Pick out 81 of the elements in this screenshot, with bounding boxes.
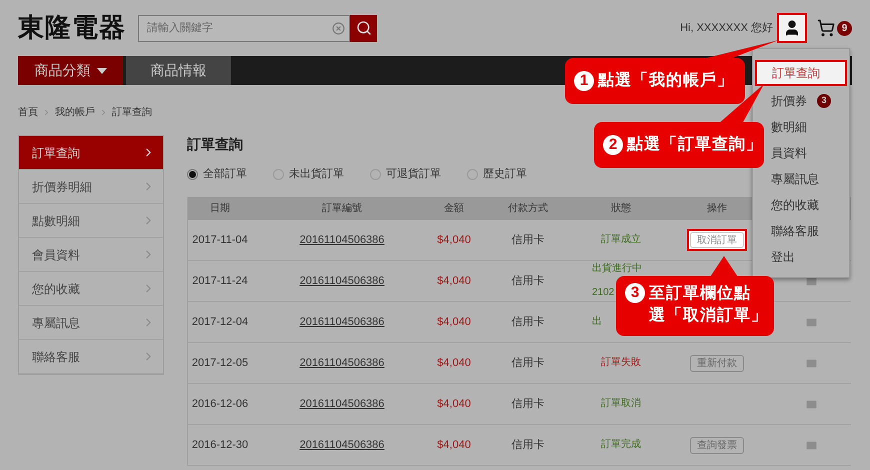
filter-radio[interactable]: 歷史訂單	[467, 166, 527, 182]
breadcrumb-link[interactable]: 我的帳戶	[55, 104, 95, 120]
status-text: 訂單完成	[601, 439, 641, 451]
account-menu-item[interactable]: 您的收藏	[771, 192, 819, 218]
order-number-link[interactable]: 20161104506386	[300, 232, 384, 248]
greeting-text: Hi, XXXXXXX 您好	[680, 20, 773, 36]
amount-cell-text: $4,040	[437, 356, 471, 371]
payment-cell-text: 信用卡	[512, 356, 544, 371]
payment-cell-text: 信用卡	[512, 232, 544, 248]
filter-radio[interactable]: 可退貨訂單	[370, 166, 441, 182]
payment-cell-text: 信用卡	[512, 274, 544, 289]
caret-icon	[96, 68, 106, 74]
account-menu-item[interactable]: 聯絡客服	[771, 218, 819, 244]
date-cell-text: 2017-11-24	[192, 274, 248, 289]
nav-tab[interactable]: 商品情報	[126, 56, 231, 85]
date-cell-text: 2017-12-04	[192, 314, 248, 330]
mail-icon[interactable]	[805, 438, 818, 452]
payment-cell-text: 信用卡	[512, 314, 544, 330]
column-header: 訂單編號	[322, 202, 362, 216]
page-title: 訂單查詢	[187, 135, 243, 152]
breadcrumb-link[interactable]: 首頁	[18, 104, 38, 120]
status-text: 2102	[592, 287, 614, 299]
column-header: 付款方式	[508, 202, 548, 216]
date-cell-text: 2016-12-30	[192, 438, 248, 453]
status-text: 訂單失敗	[601, 357, 641, 369]
account-menu-item[interactable]: 登出	[771, 244, 795, 270]
payment-cell-text: 信用卡	[512, 396, 544, 412]
amount-cell-text: $4,040	[437, 396, 471, 412]
callout-text: 點選「訂單查詢」	[627, 134, 763, 155]
count-badge: 3	[817, 94, 831, 108]
account-menu-item[interactable]: 專屬訊息	[771, 166, 819, 192]
account-menu-item[interactable]: 數明細	[771, 114, 807, 140]
breadcrumb-separator-icon	[99, 108, 108, 116]
filter-radio[interactable]: 全部訂單	[187, 166, 247, 182]
clear-icon[interactable]	[332, 22, 345, 34]
search-icon	[356, 20, 372, 36]
breadcrumb-separator-icon	[42, 108, 51, 116]
order-number-link[interactable]: 20161104506386	[300, 272, 384, 290]
step-number: 3	[625, 283, 645, 303]
order-number-link[interactable]: 20161104506386	[300, 354, 384, 372]
status-text: 訂單成立	[601, 234, 641, 246]
column-header: 操作	[707, 202, 727, 216]
step-number: 2	[603, 135, 623, 155]
step-number: 1	[574, 71, 594, 91]
callout-text: 點選「我的帳戶」	[598, 70, 734, 91]
mail-icon[interactable]	[805, 356, 818, 370]
account-menu-item[interactable]: 訂單查詢	[755, 60, 847, 86]
action-button[interactable]: 取消訂單	[690, 232, 744, 248]
sidebar-item[interactable]: 訂單查詢	[19, 136, 163, 170]
order-number-link[interactable]: 20161104506386	[300, 436, 384, 454]
account-menu-item[interactable]: 員資料	[771, 140, 807, 166]
cart-icon[interactable]	[817, 19, 835, 37]
mail-icon[interactable]	[805, 398, 818, 410]
column-header: 狀態	[611, 202, 631, 216]
payment-cell-text: 信用卡	[512, 438, 544, 453]
order-number-link[interactable]: 20161104506386	[300, 396, 384, 412]
status-text: 出貨進行中	[592, 263, 642, 275]
status-text: 出	[592, 316, 602, 328]
amount-cell-text: $4,040	[437, 314, 471, 330]
search-field[interactable]: 請輸入關鍵字	[138, 14, 350, 42]
amount-cell-text: $4,040	[437, 274, 471, 289]
callout-text: 至訂單欄位點	[649, 284, 752, 304]
user-icon	[783, 19, 801, 37]
amount-cell-text: $4,040	[437, 232, 471, 248]
logo[interactable]: 東隆電器	[18, 8, 126, 48]
callout-text: 選「取消訂單」	[649, 306, 768, 326]
cart-count-badge: 9	[837, 20, 852, 36]
date-cell-text: 2016-12-06	[192, 396, 248, 412]
search-button[interactable]	[350, 14, 377, 42]
amount-cell-text: $4,040	[437, 438, 471, 453]
nav-tab[interactable]: 商品分類	[18, 56, 123, 85]
order-number-link[interactable]: 20161104506386	[300, 314, 384, 330]
filter-radio[interactable]: 未出貨訂單	[273, 166, 344, 182]
column-header: 金額	[444, 202, 464, 216]
status-text: 訂單取消	[601, 398, 641, 410]
date-cell-text: 2017-11-04	[192, 232, 248, 248]
column-header: 日期	[210, 202, 230, 216]
date-cell-text: 2017-12-05	[192, 356, 248, 371]
account-button[interactable]	[777, 13, 807, 43]
mail-icon[interactable]	[805, 316, 818, 328]
account-menu-item[interactable]: 折價券	[771, 88, 807, 114]
